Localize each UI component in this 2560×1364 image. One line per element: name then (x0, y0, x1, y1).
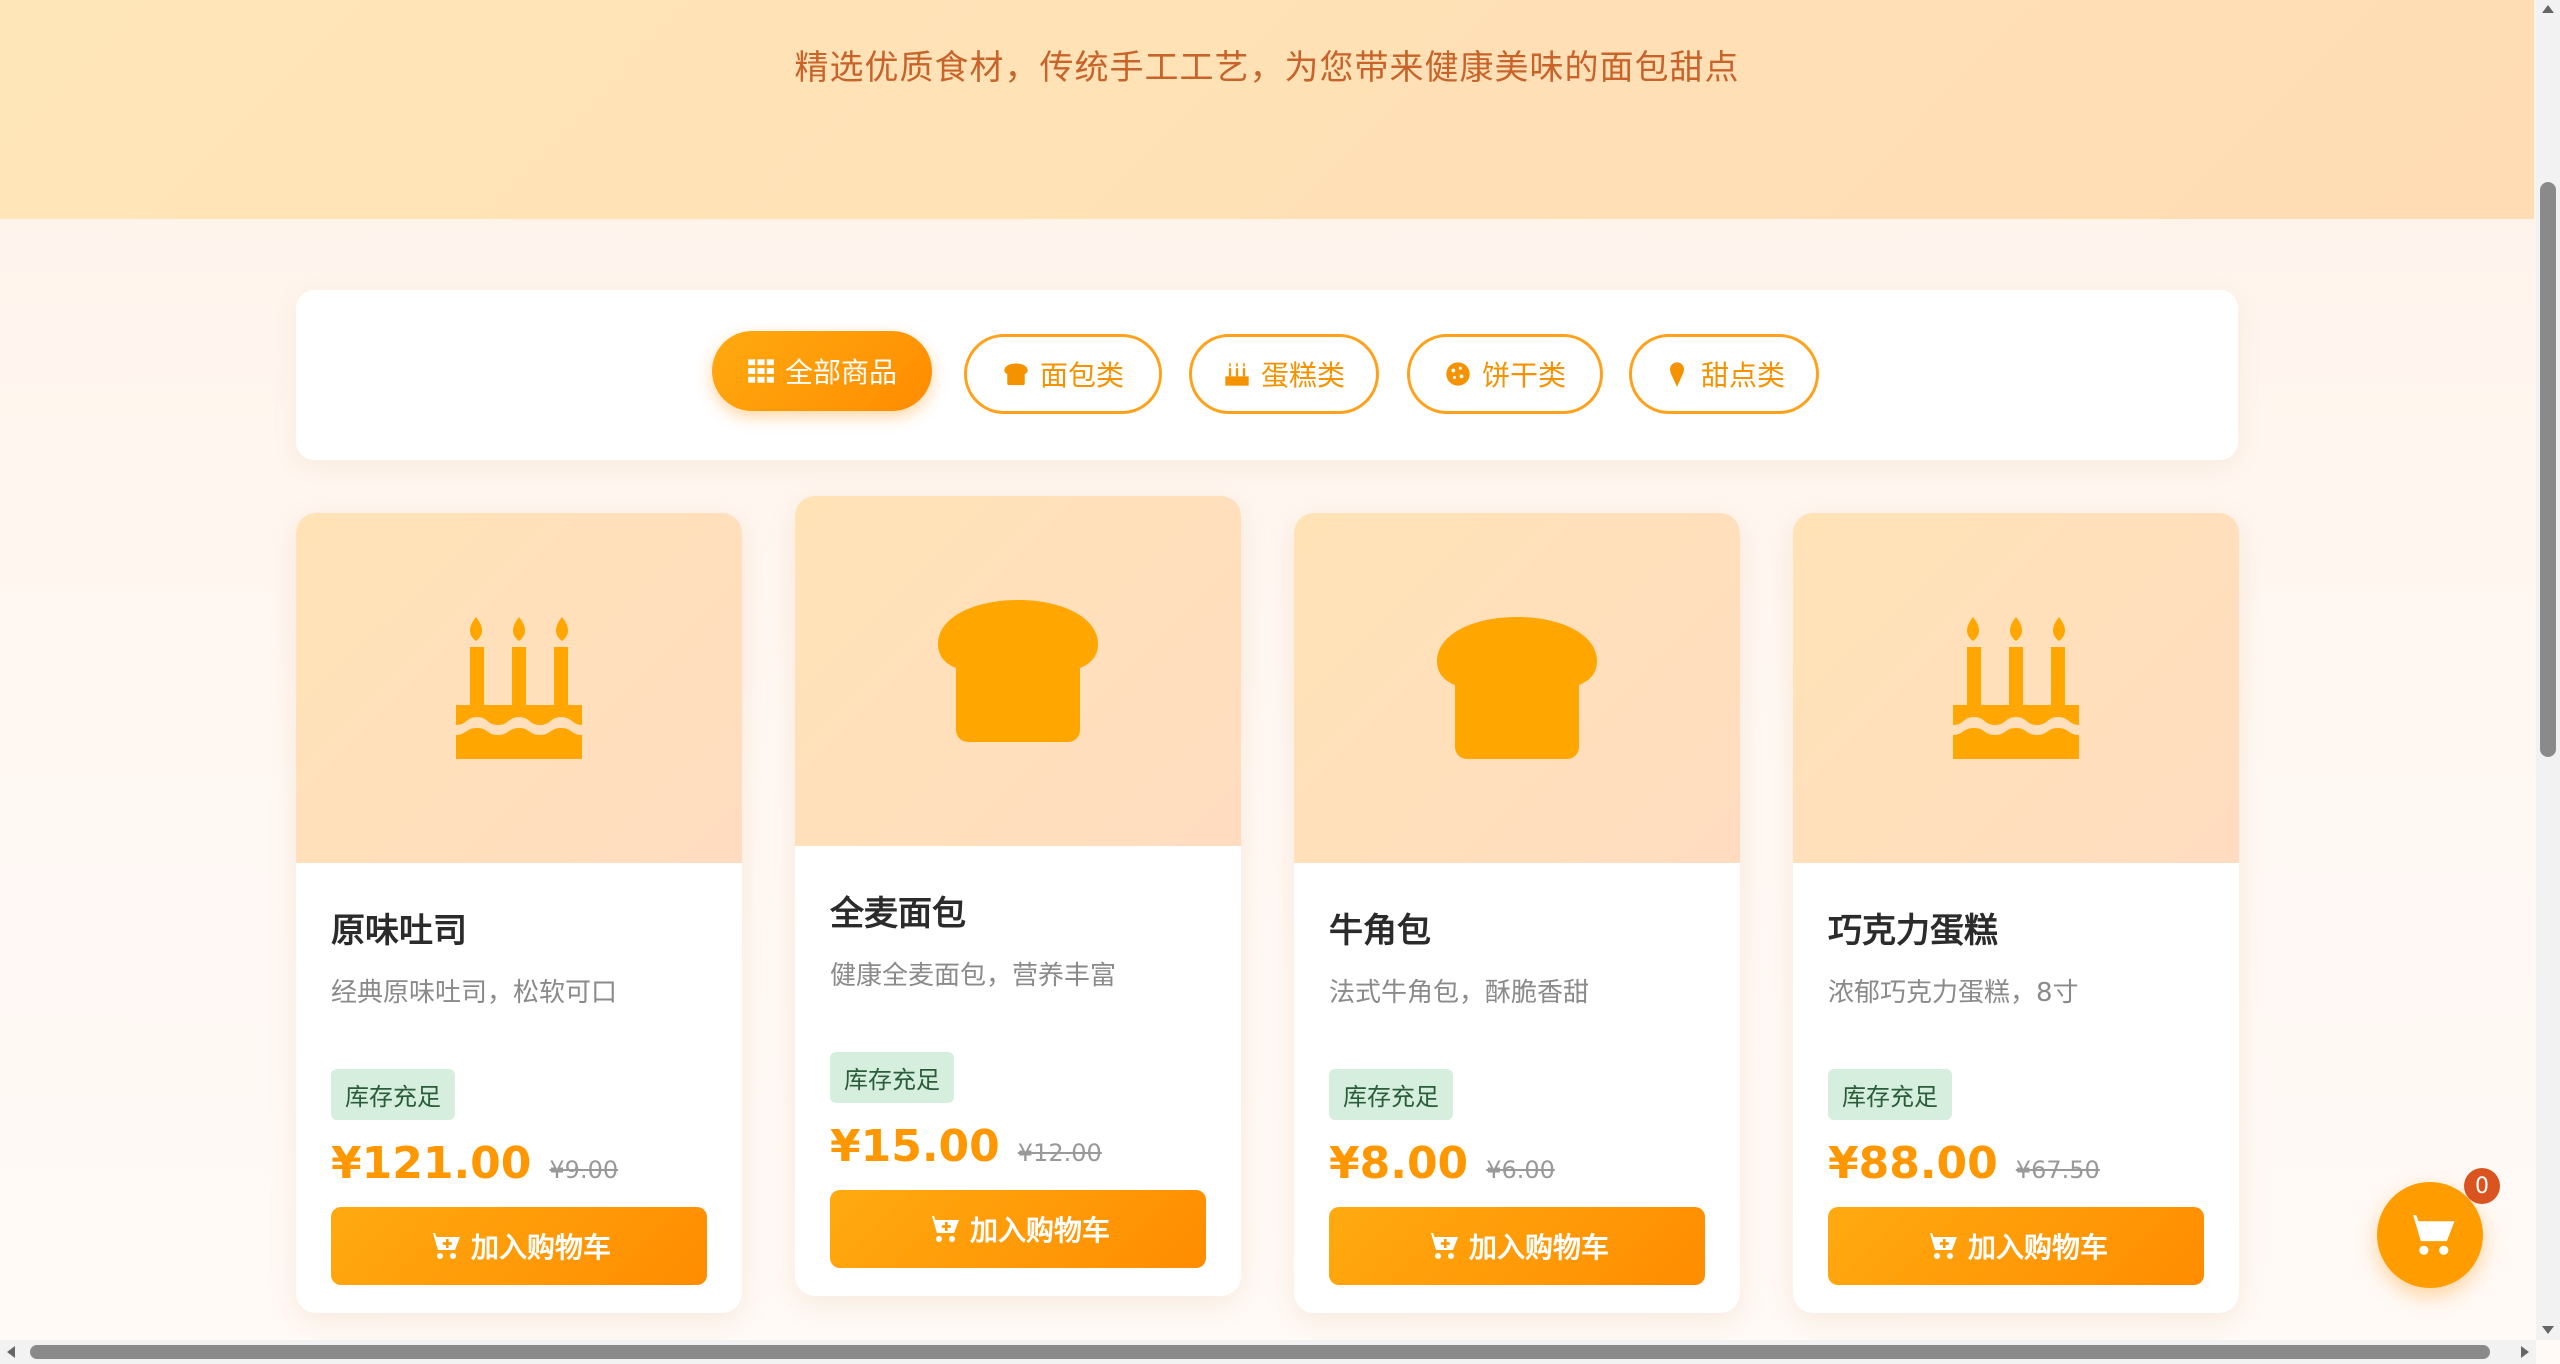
product-price: ¥15.00 (830, 1121, 1000, 1172)
price-row: ¥15.00 ¥12.00 (830, 1121, 1206, 1172)
product-card: 全麦面包 健康全麦面包，营养丰富 库存充足 ¥15.00 ¥12.00 加入购物… (795, 496, 1241, 1296)
cart-plus-icon (925, 1216, 959, 1242)
product-image (1793, 513, 2239, 863)
cart-count-badge: 0 (2464, 1168, 2500, 1204)
stock-badge: 库存充足 (1828, 1069, 1952, 1120)
filter-cookie-label: 饼干类 (1481, 359, 1566, 392)
filter-dessert-button[interactable]: 甜点类 (1629, 334, 1819, 414)
hero-subtitle: 精选优质食材，传统手工工艺，为您带来健康美味的面包甜点 (794, 48, 1740, 88)
filter-all-label: 全部商品 (784, 356, 897, 389)
category-filter-panel: 全部商品 面包类 蛋糕类 饼干类 甜点类 (296, 290, 2238, 460)
ice-cream-icon (1669, 362, 1684, 387)
product-price: ¥121.00 (331, 1138, 532, 1189)
scroll-right-arrow-icon[interactable] (2520, 1345, 2530, 1359)
cart-plus-icon (1923, 1233, 1957, 1259)
product-price: ¥8.00 (1329, 1138, 1469, 1189)
product-card: 原味吐司 经典原味吐司，松软可口 库存充足 ¥121.00 ¥9.00 加入购物… (296, 513, 742, 1313)
scroll-up-arrow-icon[interactable] (2541, 4, 2555, 14)
cake-icon (1225, 362, 1249, 386)
shopping-cart-icon (2404, 1215, 2455, 1255)
product-description: 法式牛角包，酥脆香甜 (1329, 978, 1590, 1008)
filter-cookie-button[interactable]: 饼干类 (1407, 334, 1603, 414)
stock-badge: 库存充足 (1329, 1069, 1453, 1120)
cookie-icon (1446, 362, 1470, 386)
cake-icon (456, 617, 582, 759)
cart-plus-icon (1424, 1233, 1458, 1259)
price-row: ¥121.00 ¥9.00 (331, 1138, 707, 1189)
filter-cake-button[interactable]: 蛋糕类 (1189, 334, 1379, 414)
filter-all-button[interactable]: 全部商品 (712, 331, 932, 411)
product-description: 经典原味吐司，松软可口 (331, 978, 618, 1008)
scroll-left-arrow-icon[interactable] (6, 1345, 16, 1359)
cake-icon (1953, 617, 2079, 759)
add-to-cart-button[interactable]: 加入购物车 (331, 1207, 707, 1285)
product-description: 浓郁巧克力蛋糕，8寸 (1828, 978, 2079, 1008)
product-card: 牛角包 法式牛角包，酥脆香甜 库存充足 ¥8.00 ¥6.00 加入购物车 (1294, 513, 1740, 1313)
stock-badge: 库存充足 (830, 1052, 954, 1103)
original-price: ¥12.00 (1017, 1139, 1102, 1167)
filter-bread-label: 面包类 (1039, 359, 1124, 392)
add-to-cart-label: 加入购物车 (470, 1231, 611, 1264)
cart-plus-icon (426, 1233, 460, 1259)
stock-badge: 库存充足 (331, 1069, 455, 1120)
bread-icon (938, 600, 1098, 742)
product-image (1294, 513, 1740, 863)
add-to-cart-button[interactable]: 加入购物车 (830, 1190, 1206, 1268)
price-row: ¥88.00 ¥67.50 (1828, 1138, 2204, 1189)
add-to-cart-label: 加入购物车 (1468, 1231, 1609, 1264)
original-price: ¥6.00 (1486, 1156, 1555, 1184)
original-price: ¥9.00 (549, 1156, 619, 1184)
original-price: ¥67.50 (2015, 1156, 2100, 1184)
product-name: 巧克力蛋糕 (1828, 911, 1998, 951)
product-description: 健康全麦面包，营养丰富 (830, 961, 1117, 991)
product-price: ¥88.00 (1828, 1138, 1998, 1189)
product-name: 全麦面包 (830, 894, 966, 934)
floating-cart-button[interactable] (2377, 1182, 2483, 1288)
product-name: 牛角包 (1329, 911, 1431, 951)
hero-banner: 精选优质食材，传统手工工艺，为您带来健康美味的面包甜点 (0, 0, 2534, 219)
product-card: 巧克力蛋糕 浓郁巧克力蛋糕，8寸 库存充足 ¥88.00 ¥67.50 加入购物… (1793, 513, 2239, 1313)
filter-dessert-label: 甜点类 (1700, 359, 1785, 392)
product-name: 原味吐司 (331, 911, 467, 951)
filter-cake-label: 蛋糕类 (1260, 359, 1345, 392)
vertical-scrollbar-thumb[interactable] (2540, 182, 2556, 757)
scroll-down-arrow-icon[interactable] (2541, 1325, 2555, 1335)
bread-icon (1437, 617, 1597, 759)
horizontal-scrollbar-thumb[interactable] (30, 1345, 2490, 1359)
filter-bread-button[interactable]: 面包类 (964, 334, 1162, 414)
add-to-cart-label: 加入购物车 (1967, 1231, 2108, 1264)
product-image (296, 513, 742, 863)
product-image (795, 496, 1241, 846)
add-to-cart-button[interactable]: 加入购物车 (1329, 1207, 1705, 1285)
price-row: ¥8.00 ¥6.00 (1329, 1138, 1705, 1189)
bread-icon (1004, 363, 1028, 386)
add-to-cart-label: 加入购物车 (969, 1214, 1110, 1247)
grid-icon (748, 359, 774, 383)
add-to-cart-button[interactable]: 加入购物车 (1828, 1207, 2204, 1285)
